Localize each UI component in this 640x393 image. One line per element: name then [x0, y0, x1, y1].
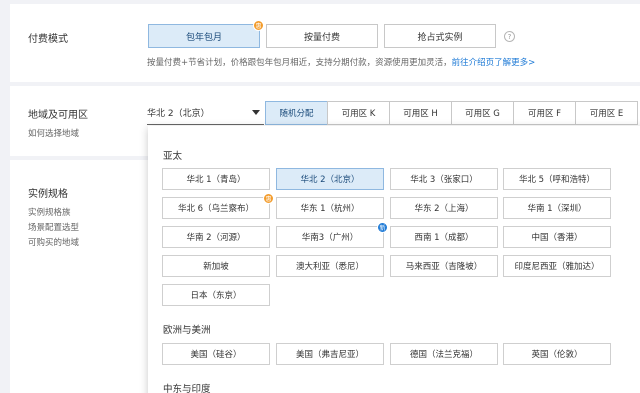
region-option-selected[interactable]: 华北 2（北京）	[276, 168, 384, 190]
region-option[interactable]: 华南3（广州） 新	[276, 222, 388, 248]
region-option[interactable]: 美国（硅谷）	[162, 343, 270, 365]
region-option-label: 华南 2（河源）	[186, 233, 246, 243]
region-option[interactable]: 英国（伦敦）	[503, 343, 611, 365]
region-help-link[interactable]: 如何选择地域	[28, 127, 79, 139]
region-option-label: 印度尼西亚（雅加达）	[514, 262, 600, 272]
region-option[interactable]: 西南 1（成都）	[390, 226, 498, 248]
billing-option-pay-as-you-go[interactable]: 按量付费	[266, 24, 378, 48]
region-option-label: 西南 1（成都）	[414, 233, 474, 243]
zone-tab-random[interactable]: 随机分配	[265, 101, 328, 125]
billing-option-label: 按量付费	[303, 32, 340, 43]
region-option-label: 美国（弗吉尼亚）	[295, 350, 364, 360]
region-option-label: 华北 5（呼和浩特）	[518, 175, 596, 185]
region-option[interactable]: 华北 5（呼和浩特）	[503, 168, 611, 190]
region-option-label: 华北 2（北京）	[300, 175, 360, 185]
region-selected-value: 华北 2（北京）	[147, 109, 210, 119]
region-option-label: 日本（东京）	[190, 291, 242, 301]
billing-desc-text: 按量付费+节省计划，价格跟包年包月相近，支持分期付款，资源使用更加灵活，	[147, 58, 452, 68]
region-option-label: 华南 1（深圳）	[527, 204, 587, 214]
region-option[interactable]: 华北 1（青岛）	[162, 168, 270, 190]
region-label: 地域及可用区	[28, 110, 88, 121]
region-option[interactable]: 日本（东京）	[162, 284, 270, 306]
spec-label: 实例规格	[28, 189, 68, 200]
region-option-label: 马来西亚（吉隆坡）	[405, 262, 483, 272]
caret-down-icon	[252, 110, 260, 115]
help-icon[interactable]: ?	[504, 31, 515, 42]
spec-link-family[interactable]: 实例规格族	[28, 206, 71, 218]
billing-option-label: 包年包月	[185, 32, 222, 43]
region-option[interactable]: 中国（香港）	[503, 226, 611, 248]
zone-tab-e[interactable]: 可用区 E	[575, 101, 638, 125]
region-option[interactable]: 印度尼西亚（雅加达）	[503, 255, 611, 277]
region-option[interactable]: 华南 2（河源）	[162, 226, 270, 248]
region-option[interactable]: 华南 1（深圳）	[503, 197, 611, 219]
region-option-label: 华东 2（上海）	[414, 204, 474, 214]
region-option[interactable]: 美国（弗吉尼亚）	[276, 343, 384, 365]
region-option[interactable]: 华北 3（张家口）	[390, 168, 498, 190]
new-badge-icon: 新	[377, 222, 388, 233]
region-option-label: 华北 1（青岛）	[186, 175, 246, 185]
billing-card: 付费模式 包年包月 惠 按量付费 抢占式实例 ? 按量付费+节省计划，价格跟包年…	[10, 4, 640, 82]
billing-description: 按量付费+节省计划，价格跟包年包月相近，支持分期付款，资源使用更加灵活，前往介绍…	[147, 56, 535, 68]
region-group-title: 欧洲与美洲	[163, 325, 211, 336]
region-select[interactable]: 华北 2（北京）	[147, 101, 264, 125]
zone-tab-g[interactable]: 可用区 G	[451, 101, 514, 125]
billing-learn-more-link[interactable]: 前往介绍页了解更多>	[452, 58, 536, 68]
zone-tabs: 随机分配 可用区 K 可用区 H 可用区 G 可用区 F 可用区 E	[265, 101, 638, 125]
region-option[interactable]: 新加坡	[162, 255, 270, 277]
zone-tab-h[interactable]: 可用区 H	[389, 101, 452, 125]
region-group-title: 中东与印度	[163, 384, 211, 393]
region-option-label: 华北 6（乌兰察布）	[177, 204, 255, 214]
region-option-label: 美国（硅谷）	[190, 350, 242, 360]
region-option-label: 澳大利亚（悉尼）	[295, 262, 364, 272]
region-option-label: 新加坡	[203, 262, 229, 272]
region-option-label: 华南3（广州）	[301, 233, 359, 243]
region-option[interactable]: 澳大利亚（悉尼）	[276, 255, 384, 277]
billing-option-label: 抢占式实例	[417, 32, 463, 43]
region-option[interactable]: 德国（法兰克福）	[390, 343, 498, 365]
zone-tab-f[interactable]: 可用区 F	[513, 101, 576, 125]
region-option-label: 英国（伦敦）	[531, 350, 583, 360]
region-dropdown: 亚太 华北 1（青岛） 华北 2（北京） 华北 3（张家口） 华北 5（呼和浩特…	[148, 126, 640, 393]
region-option[interactable]: 马来西亚（吉隆坡）	[390, 255, 498, 277]
region-option[interactable]: 华东 2（上海）	[390, 197, 498, 219]
zone-tab-k[interactable]: 可用区 K	[327, 101, 390, 125]
spec-link-scenario[interactable]: 场景配置选型	[28, 221, 79, 233]
billing-option-subscription[interactable]: 包年包月 惠	[148, 20, 264, 48]
region-option-label: 华北 3（张家口）	[410, 175, 478, 185]
region-option-label: 德国（法兰克福）	[409, 350, 478, 360]
region-option-label: 华东 1（杭州）	[300, 204, 360, 214]
discount-badge-icon: 惠	[253, 20, 264, 31]
spec-link-regions[interactable]: 可购买的地域	[28, 236, 79, 248]
region-option-label: 中国（香港）	[531, 233, 583, 243]
region-group-title: 亚太	[163, 151, 183, 162]
billing-option-preemptible[interactable]: 抢占式实例	[384, 24, 496, 48]
billing-label: 付费模式	[28, 34, 68, 45]
discount-badge-icon: 惠	[263, 193, 274, 204]
region-option[interactable]: 华东 1（杭州）	[276, 197, 384, 219]
region-option[interactable]: 华北 6（乌兰察布） 惠	[162, 193, 274, 219]
